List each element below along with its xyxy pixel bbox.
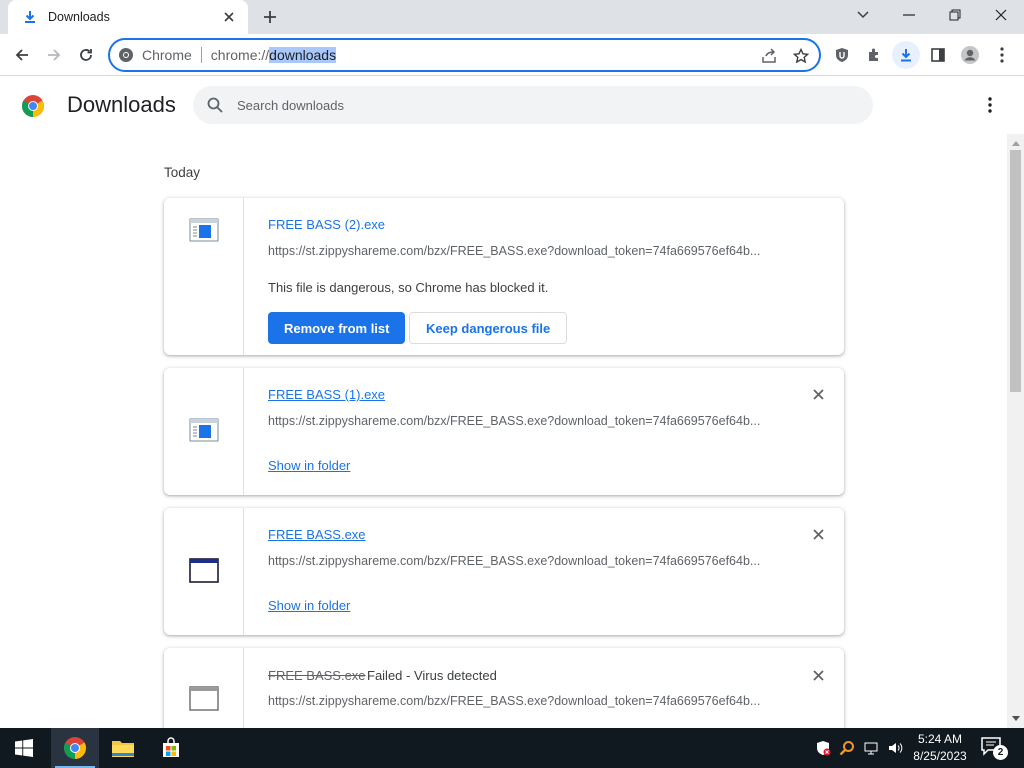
window-file-icon <box>189 558 219 584</box>
restore-icon[interactable] <box>932 0 978 30</box>
download-filename: FREE BASS.exe <box>268 668 366 683</box>
search-input[interactable] <box>237 97 837 113</box>
profile-avatar-icon[interactable] <box>956 41 984 69</box>
side-panel-icon[interactable] <box>924 41 952 69</box>
back-button[interactable] <box>8 41 36 69</box>
exe-file-icon <box>189 218 219 244</box>
clock-time: 5:24 AM <box>917 732 963 746</box>
remove-item-close-icon[interactable] <box>808 665 828 685</box>
chrome-logo-icon <box>64 737 86 759</box>
search-downloads-box[interactable] <box>193 86 873 124</box>
tab-title: Downloads <box>48 10 110 24</box>
bookmark-star-icon[interactable] <box>789 44 813 68</box>
scroll-up-icon[interactable] <box>1011 138 1020 147</box>
windows-taskbar: 5:24 AM 8/25/2023 2 <box>0 728 1024 768</box>
download-item: FREE BASS (2).exe https://st.zippysharem… <box>164 198 844 355</box>
windows-logo-icon <box>15 739 33 757</box>
download-url[interactable]: https://st.zippyshareme.com/bzx/FREE_BAS… <box>268 414 760 428</box>
chrome-logo-icon <box>21 94 45 118</box>
clock-date: 8/25/2023 <box>913 749 967 763</box>
download-item: FREE BASS (1).exe https://st.zippysharem… <box>164 368 844 495</box>
search-icon <box>207 97 223 113</box>
downloads-header: Downloads <box>0 77 1024 133</box>
download-item: FREE BASS.exe https://st.zippyshareme.co… <box>164 508 844 635</box>
forward-button[interactable] <box>40 41 68 69</box>
show-in-folder-link[interactable]: Show in folder <box>268 598 350 613</box>
site-chip[interactable]: Chrome <box>118 47 192 63</box>
download-icon <box>22 9 38 25</box>
tab-search-icon[interactable] <box>840 0 886 30</box>
site-chip-label: Chrome <box>142 47 192 63</box>
address-bar[interactable]: Chrome chrome://downloads <box>108 38 821 72</box>
window-file-icon <box>189 686 219 712</box>
download-url: https://st.zippyshareme.com/bzx/FREE_BAS… <box>268 694 761 708</box>
url-text[interactable]: chrome://downloads <box>210 47 337 63</box>
share-icon[interactable] <box>757 44 781 68</box>
ublock-extension-icon[interactable] <box>828 41 856 69</box>
volume-icon[interactable] <box>885 738 905 758</box>
remove-from-list-button[interactable]: Remove from list <box>268 312 406 344</box>
minimize-icon[interactable] <box>886 0 932 30</box>
tab-downloads[interactable]: Downloads <box>8 0 248 34</box>
taskbar-store[interactable] <box>147 728 195 768</box>
download-icon <box>901 49 911 62</box>
notification-count-badge: 2 <box>993 745 1008 760</box>
keep-dangerous-file-button[interactable]: Keep dangerous file <box>409 312 568 344</box>
network-icon[interactable] <box>861 738 881 758</box>
download-filename[interactable]: FREE BASS (2).exe <box>268 217 385 232</box>
start-button[interactable] <box>0 728 48 768</box>
page-scrollbar[interactable] <box>1007 134 1024 728</box>
url-selected-text: downloads <box>269 47 337 63</box>
close-tab-icon[interactable] <box>220 8 238 26</box>
scrollbar-thumb[interactable] <box>1010 150 1021 392</box>
taskbar-file-explorer[interactable] <box>99 728 147 768</box>
tab-strip: Downloads <box>0 0 1024 34</box>
toolbar: Chrome chrome://downloads <box>0 34 1024 108</box>
show-in-folder-link[interactable]: Show in folder <box>268 458 350 473</box>
folder-icon <box>112 741 134 757</box>
system-clock[interactable]: 5:24 AM 8/25/2023 <box>908 731 972 765</box>
new-tab-button[interactable] <box>258 6 282 28</box>
search-tray-icon[interactable] <box>837 738 857 758</box>
scroll-down-icon[interactable] <box>1011 714 1020 723</box>
remove-item-close-icon[interactable] <box>808 524 828 544</box>
download-filename[interactable]: FREE BASS.exe <box>268 527 366 542</box>
url-prefix: chrome:// <box>210 47 270 63</box>
danger-message: This file is dangerous, so Chrome has bl… <box>268 280 549 295</box>
remove-item-close-icon[interactable] <box>808 384 828 404</box>
download-filename[interactable]: FREE BASS (1).exe <box>268 387 385 402</box>
store-icon <box>163 737 179 757</box>
extensions-puzzle-icon[interactable] <box>860 41 888 69</box>
section-date: Today <box>164 165 201 180</box>
reload-button[interactable] <box>72 41 100 69</box>
downloads-toolbar-button[interactable] <box>892 41 920 69</box>
chrome-page-icon <box>119 48 133 62</box>
download-url[interactable]: https://st.zippyshareme.com/bzx/FREE_BAS… <box>268 244 760 258</box>
more-actions-icon[interactable] <box>978 93 1002 117</box>
page-title: Downloads <box>67 92 176 117</box>
exe-file-icon <box>189 418 219 444</box>
browser-menu-icon[interactable] <box>988 41 1016 69</box>
notification-center-button[interactable]: 2 <box>980 736 1008 760</box>
close-window-icon[interactable] <box>978 0 1024 30</box>
defender-shield-icon[interactable] <box>813 738 833 758</box>
download-status: Failed - Virus detected <box>367 668 497 683</box>
taskbar-chrome[interactable] <box>51 728 99 768</box>
download-url[interactable]: https://st.zippyshareme.com/bzx/FREE_BAS… <box>268 554 760 568</box>
chip-divider <box>200 47 202 63</box>
